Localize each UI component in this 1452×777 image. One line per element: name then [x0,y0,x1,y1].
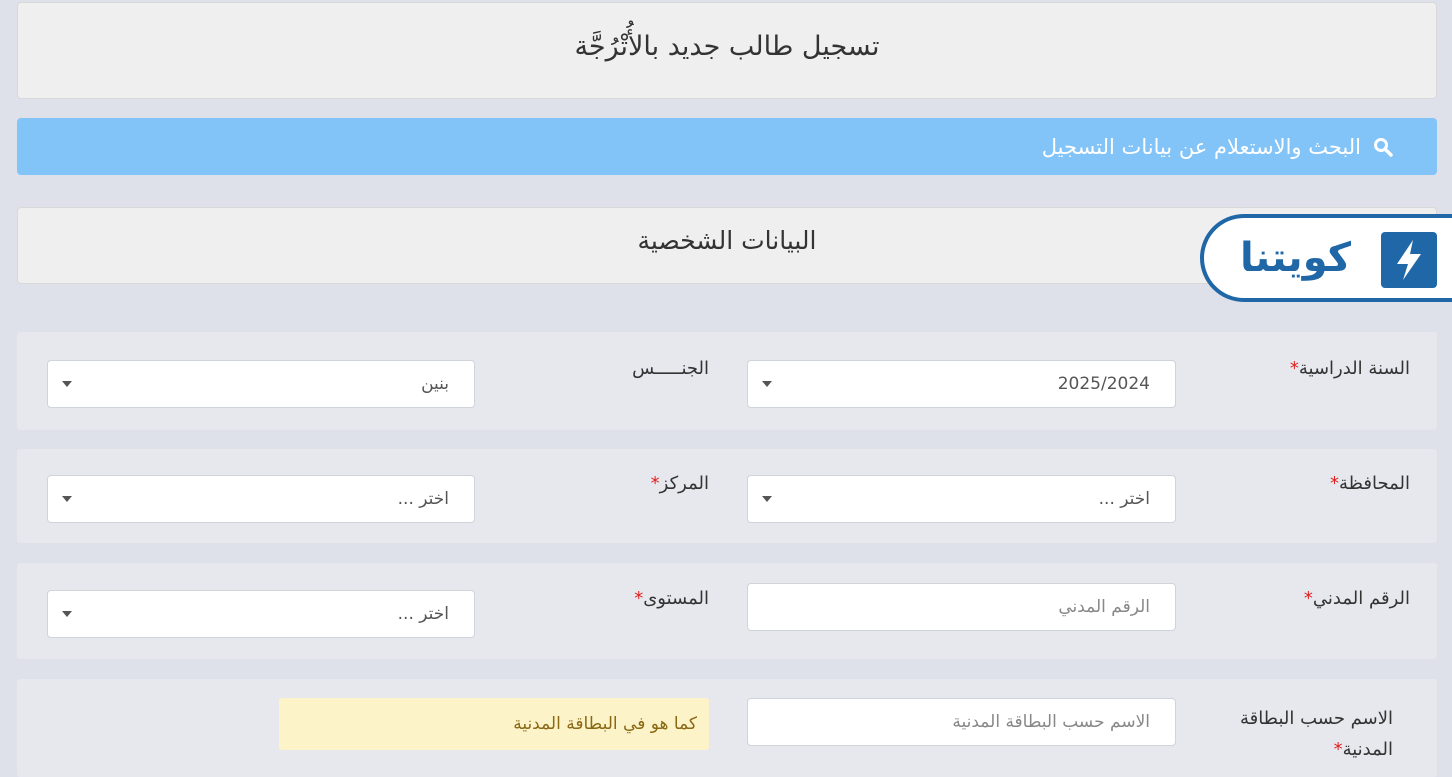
civil-id-input[interactable]: الرقم المدني [747,583,1176,631]
center-select[interactable]: اختر ... [47,475,475,523]
chevron-down-icon [762,496,772,502]
name-label: الاسم حسب البطاقة المدنية* [1239,708,1393,760]
center-value: اختر ... [397,489,449,509]
form-row: الاسم حسب البطاقة المدنية* الاسم حسب الب… [17,679,1437,777]
level-label: المستوى* [634,588,709,609]
search-icon [1373,137,1393,157]
search-bar-label: البحث والاستعلام عن بيانات التسجيل [1041,134,1361,159]
brand-logo: كويتنا [1200,214,1452,302]
name-input[interactable]: الاسم حسب البطاقة المدنية [747,698,1176,746]
academic-year-label: السنة الدراسية* [1289,358,1410,379]
name-placeholder: الاسم حسب البطاقة المدنية [952,712,1150,732]
gender-select[interactable]: بنين [47,360,475,408]
gender-label: الجنـــــس [632,358,709,379]
page-title-text: تسجيل طالب جديد بالأُتْرُجَّة [574,31,880,62]
governorate-value: اختر ... [1098,489,1150,509]
chevron-down-icon [762,381,772,387]
governorate-label: المحافظة* [1329,473,1410,494]
academic-year-value: 2025/2024 [1057,374,1150,394]
civil-id-placeholder: الرقم المدني [1058,597,1150,617]
page-title: تسجيل طالب جديد بالأُتْرُجَّة [17,2,1437,99]
level-select[interactable]: اختر ... [47,590,475,638]
level-value: اختر ... [397,604,449,624]
governorate-select[interactable]: اختر ... [747,475,1176,523]
form-row: الرقم المدني* الرقم المدني المستوى* اختر… [17,563,1437,659]
logo-text: كويتنا [1240,235,1352,281]
chevron-down-icon [62,496,72,502]
form-row: السنة الدراسية* 2025/2024 الجنـــــس بني… [17,332,1437,430]
gender-value: بنين [421,374,449,394]
section-title-text: البيانات الشخصية [637,226,817,255]
academic-year-select[interactable]: 2025/2024 [747,360,1176,408]
name-hint: كما هو في البطاقة المدنية [279,698,709,750]
search-registration-bar[interactable]: البحث والاستعلام عن بيانات التسجيل [17,118,1437,175]
chevron-down-icon [62,381,72,387]
chevron-down-icon [62,611,72,617]
center-label: المركز* [650,473,709,494]
civil-id-label: الرقم المدني* [1303,588,1410,609]
bolt-icon [1381,232,1437,288]
form-row: المحافظة* اختر ... المركز* اختر ... [17,449,1437,543]
